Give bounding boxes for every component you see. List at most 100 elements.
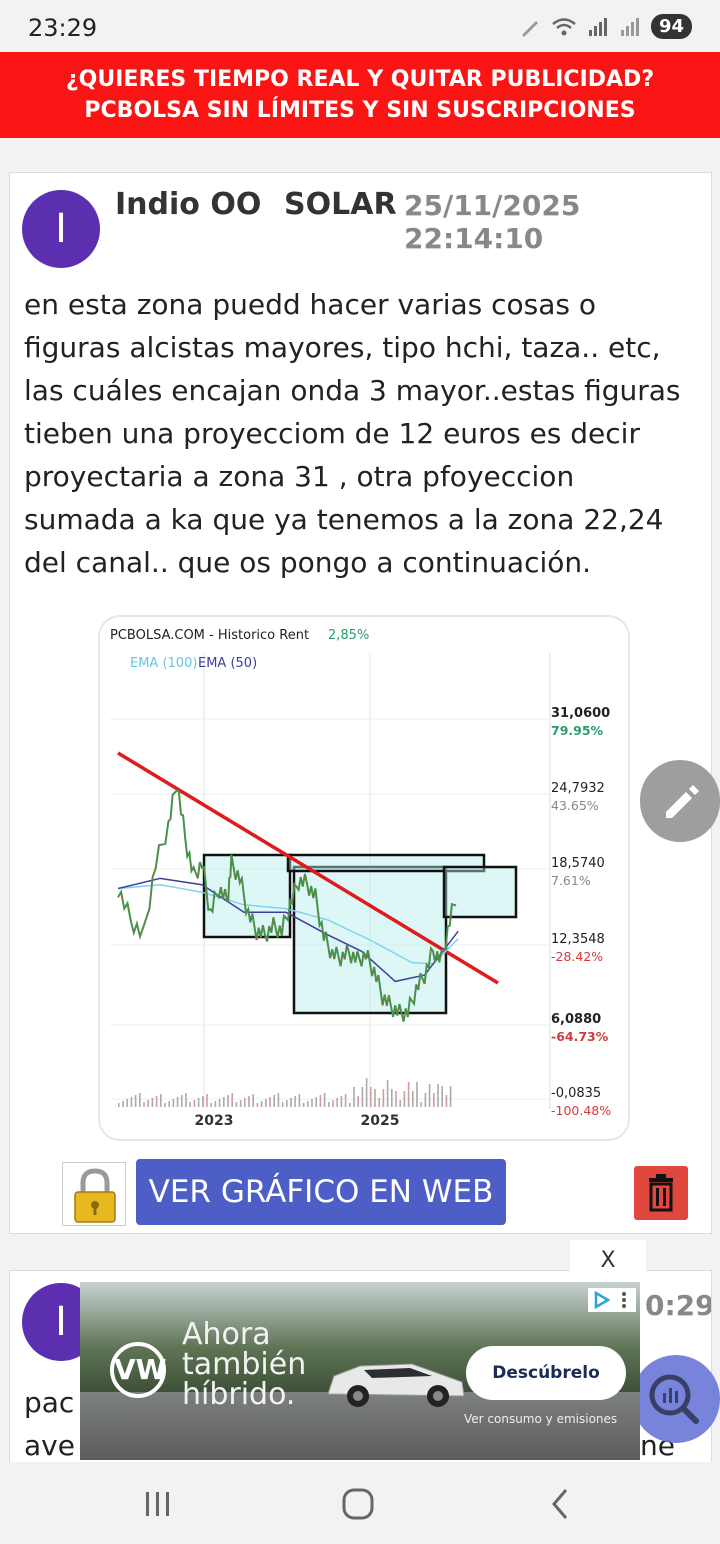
volume-bar xyxy=(269,1097,271,1107)
promo-line-2: PCBOLSA SIN LÍMITES Y SIN SUSCRIPCIONES xyxy=(84,98,636,123)
post-ticker[interactable]: SOLAR xyxy=(284,187,397,222)
promo-line-1: ¿QUIERES TIEMPO REAL Y QUITAR PUBLICIDAD… xyxy=(65,67,655,92)
y-tick-pct: 79.95% xyxy=(551,723,604,738)
volume-bar xyxy=(449,1086,452,1107)
car-image xyxy=(327,1363,465,1407)
view-chart-web-button[interactable]: VER GRÁFICO EN WEB xyxy=(136,1159,506,1225)
volume-bar xyxy=(302,1103,305,1107)
y-tick-pct: -100.48% xyxy=(551,1103,611,1118)
volume-bar xyxy=(332,1100,334,1107)
volume-bar xyxy=(260,1101,263,1107)
y-tick-price: 12,3548 xyxy=(551,932,605,947)
post-body-line: figuras alcistas mayores, tipo hchi, taz… xyxy=(24,331,661,364)
post2-line: pac xyxy=(24,1386,75,1419)
volume-bar xyxy=(231,1093,233,1107)
volume-bar xyxy=(197,1098,200,1107)
volume-bar xyxy=(323,1093,326,1107)
volume-bar xyxy=(420,1102,422,1107)
system-nav-bar xyxy=(0,1462,720,1544)
legend-ema100: EMA (100) xyxy=(130,656,197,671)
volume-bar xyxy=(172,1099,175,1107)
volume-bar xyxy=(202,1096,204,1107)
volume-bar xyxy=(239,1100,242,1107)
drawn-rectangle xyxy=(442,865,518,919)
volume-bar xyxy=(378,1098,380,1107)
volume-bar xyxy=(160,1094,162,1107)
edit-fab[interactable] xyxy=(640,760,720,842)
ad-fine-print[interactable]: Ver consumo y emisiones xyxy=(464,1412,617,1426)
volume-bar xyxy=(294,1096,296,1107)
legend-ema50: EMA (50) xyxy=(198,656,257,671)
status-icons: 94 xyxy=(519,14,692,39)
recents-icon[interactable] xyxy=(138,1486,178,1522)
volume-bar xyxy=(281,1102,284,1107)
volume-bar xyxy=(445,1095,448,1107)
volume-bar xyxy=(382,1089,385,1107)
avatar[interactable]: I xyxy=(22,190,100,268)
volume-bar xyxy=(349,1103,351,1107)
back-icon[interactable] xyxy=(542,1486,582,1522)
post-body-line: en esta zona puedd hacer varias cosas o xyxy=(24,288,597,321)
post2-time: 0:29 xyxy=(645,1289,712,1322)
volume-bar xyxy=(147,1100,149,1107)
lock-icon xyxy=(74,1168,116,1223)
volume-bar xyxy=(374,1089,376,1107)
battery-indicator: 94 xyxy=(650,14,692,39)
volume-bar xyxy=(336,1098,338,1107)
home-icon[interactable] xyxy=(338,1486,378,1522)
volume-bar xyxy=(244,1098,246,1107)
lock-button[interactable] xyxy=(62,1162,126,1226)
volume-bar xyxy=(143,1102,145,1107)
volume-bar xyxy=(248,1096,250,1107)
delete-button[interactable] xyxy=(634,1166,688,1220)
volume-bar xyxy=(441,1086,443,1107)
chart-header: PCBOLSA.COM - Historico Rent xyxy=(110,628,309,643)
volume-bar xyxy=(130,1097,133,1107)
volume-bar xyxy=(353,1087,355,1107)
post-body-line: las cuáles encajan onda 3 mayor..estas f… xyxy=(24,374,681,407)
volume-bar xyxy=(122,1101,124,1107)
post2-body: pac ave xyxy=(24,1381,75,1467)
signal-icon-2 xyxy=(620,17,639,36)
volume-bar xyxy=(311,1099,313,1107)
ad-cta-button[interactable]: Descúbrelo xyxy=(466,1346,626,1400)
volume-bar xyxy=(134,1095,137,1107)
y-tick-pct: -28.42% xyxy=(551,949,603,964)
volume-bar xyxy=(361,1087,364,1107)
volume-bar xyxy=(227,1095,229,1107)
volume-bar xyxy=(399,1100,401,1107)
y-tick-price: 6,0880 xyxy=(551,1012,601,1027)
post-body-line: del canal.. que os pongo a continuación. xyxy=(24,546,592,579)
volume-bar xyxy=(437,1084,439,1107)
volume-bar xyxy=(155,1096,158,1107)
y-tick-pct: 43.65% xyxy=(551,798,599,813)
promo-banner[interactable]: ¿QUIERES TIEMPO REAL Y QUITAR PUBLICIDAD… xyxy=(0,52,720,138)
chart-search-icon xyxy=(649,1374,699,1424)
post-username[interactable]: Indio OO xyxy=(115,187,261,222)
volume-bar xyxy=(256,1103,259,1107)
volume-bar xyxy=(265,1099,267,1107)
signal-icon xyxy=(588,17,607,36)
chart-image[interactable]: 31,0600 79.95% 24,7932 43.65% 18,5740 7.61% 12… xyxy=(98,615,630,1141)
volume-bar xyxy=(370,1087,372,1107)
adchoices-icon[interactable] xyxy=(588,1288,636,1312)
y-tick-price: 31,0600 xyxy=(551,706,610,721)
search-fab[interactable] xyxy=(632,1355,720,1443)
post-body-line: proyectaria a zona 31 , otra pfoyeccion xyxy=(24,460,575,493)
ad-banner[interactable]: VW Ahora también híbrido. Descúbrelo Ver… xyxy=(80,1282,640,1460)
x-tick-label: 2025 xyxy=(361,1113,400,1129)
volume-bar xyxy=(286,1100,288,1107)
volume-bar xyxy=(365,1078,368,1107)
y-tick-pct: -64.73% xyxy=(551,1029,609,1044)
ad-headline: Ahora también híbrido. xyxy=(182,1317,307,1412)
pen-icon xyxy=(521,20,538,37)
ad-close-button[interactable]: X xyxy=(570,1240,646,1282)
volume-bar xyxy=(416,1082,418,1107)
volume-bar xyxy=(164,1103,166,1107)
x-tick-label: 2023 xyxy=(195,1113,234,1129)
volume-bar xyxy=(290,1098,292,1107)
pencil-icon xyxy=(666,785,699,818)
volume-bar xyxy=(395,1091,397,1107)
volume-bar xyxy=(412,1091,414,1107)
post-body-line: tieben una proyecciom de 12 euros es dec… xyxy=(24,417,640,450)
